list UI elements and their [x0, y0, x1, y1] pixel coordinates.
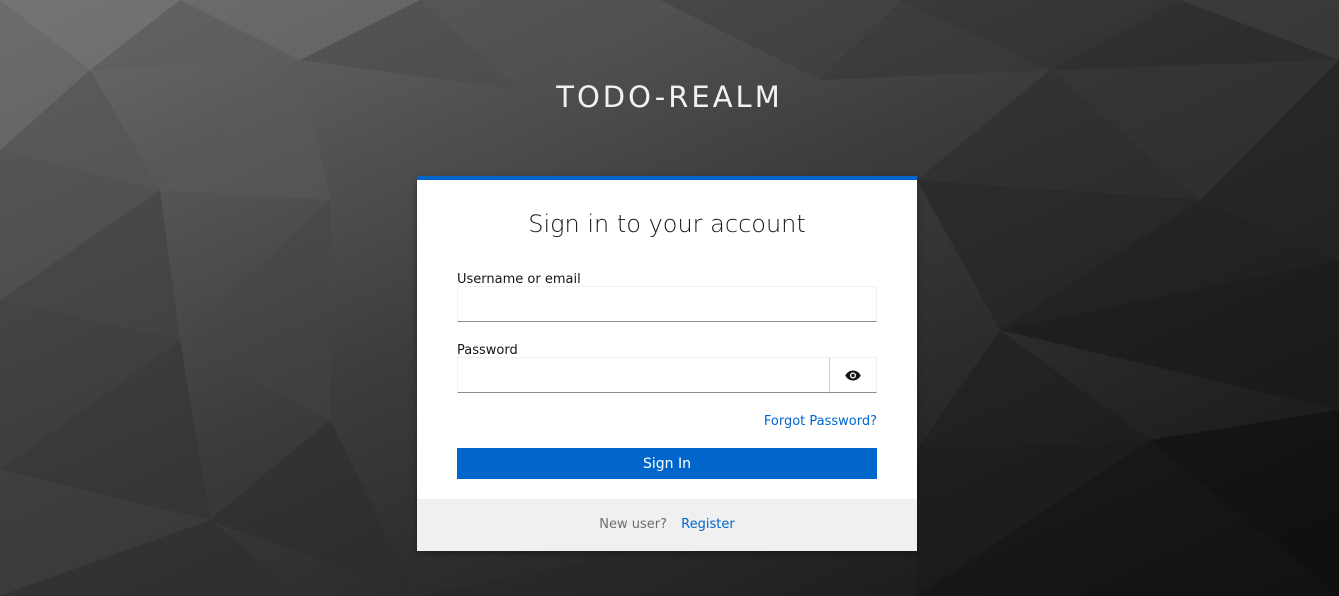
registration-footer: New user? Register: [417, 499, 917, 551]
show-password-button[interactable]: [829, 357, 877, 393]
login-heading: Sign in to your account: [528, 210, 806, 238]
username-input[interactable]: [457, 286, 877, 322]
register-link[interactable]: Register: [681, 517, 735, 532]
login-card: Sign in to your account Username or emai…: [417, 176, 917, 551]
sign-in-button[interactable]: Sign In: [457, 448, 877, 479]
password-input[interactable]: [457, 357, 830, 393]
realm-title: TODO-REALM: [556, 80, 783, 114]
new-user-text: New user?: [599, 517, 668, 532]
login-page: TODO-REALM Sign in to your account Usern…: [0, 0, 1339, 596]
eye-icon: [845, 370, 861, 380]
forgot-password-link[interactable]: Forgot Password?: [764, 414, 877, 429]
password-label: Password: [457, 343, 518, 358]
username-label: Username or email: [457, 272, 581, 287]
